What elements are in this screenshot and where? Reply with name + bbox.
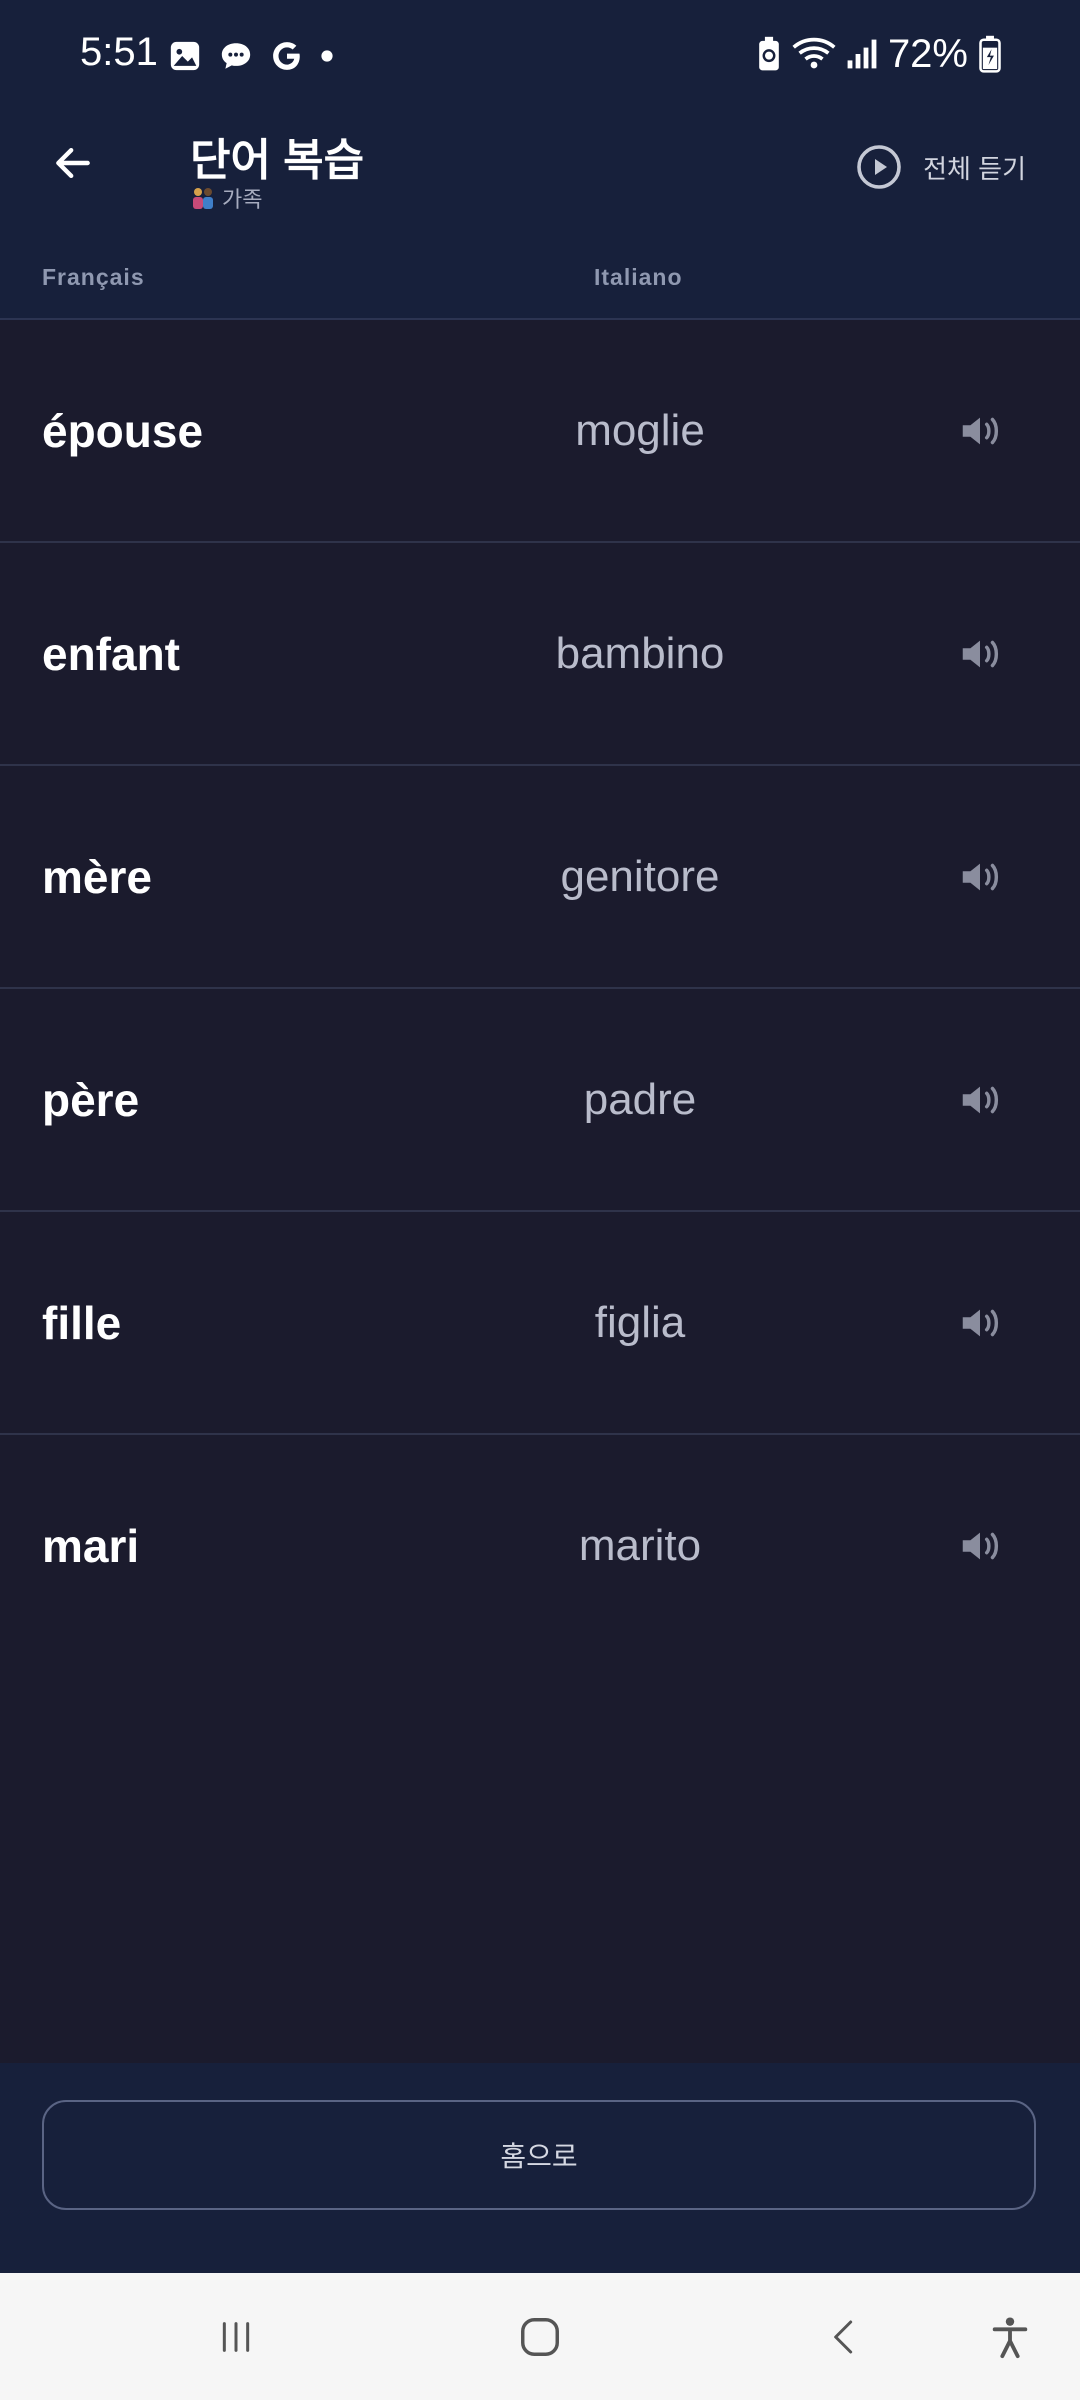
- notification-icons: [168, 36, 334, 76]
- french-word: enfant: [42, 627, 180, 680]
- category-label: 가족: [222, 187, 263, 212]
- play-circle-icon: [857, 145, 901, 189]
- play-all-button[interactable]: 전체 듣기: [855, 142, 1026, 192]
- back-button[interactable]: [40, 130, 106, 196]
- french-word: épouse: [42, 404, 204, 457]
- status-time: 5:51: [80, 30, 158, 74]
- word-row: père padre: [0, 989, 1080, 1212]
- speaker-icon[interactable]: [955, 854, 1005, 900]
- speaker-icon[interactable]: [955, 408, 1005, 454]
- column-header-french: Français: [42, 264, 145, 290]
- bottom-action-area: 홈으로: [0, 2063, 1080, 2273]
- dot-icon: [321, 50, 333, 62]
- speaker-icon[interactable]: [955, 631, 1005, 677]
- italian-word: marito: [578, 1520, 702, 1570]
- italian-word: moglie: [575, 405, 705, 455]
- arrow-left-icon: [56, 147, 90, 179]
- page-title: 단어 복습: [190, 136, 365, 185]
- recent-apps-button[interactable]: [176, 2273, 296, 2400]
- italian-word: bambino: [555, 628, 725, 678]
- app-header: 5:51 72% 단어 복습 가족 전체 듣기 Français Italian…: [0, 0, 1080, 318]
- accessibility-icon: [992, 2316, 1028, 2358]
- wifi-icon: [792, 37, 836, 69]
- word-row: fille figlia: [0, 1212, 1080, 1435]
- french-word: père: [42, 1073, 140, 1126]
- word-row: mari marito: [0, 1435, 1080, 1656]
- play-all-label: 전체 듣기: [923, 153, 1026, 184]
- battery-saver-icon: [759, 36, 779, 71]
- family-emoji-icon: [193, 188, 213, 209]
- french-word: mari: [42, 1519, 140, 1572]
- column-header-italian: Italiano: [594, 264, 683, 290]
- italian-word: padre: [583, 1074, 697, 1124]
- signal-icon: [847, 39, 877, 69]
- messages-icon: [221, 43, 251, 69]
- gallery-icon: [170, 41, 200, 71]
- category-subtitle: 가족: [190, 182, 262, 214]
- recent-apps-icon: [222, 2321, 250, 2352]
- accessibility-button[interactable]: [950, 2273, 1070, 2400]
- home-icon: [521, 2317, 559, 2356]
- back-nav-button[interactable]: [784, 2273, 904, 2400]
- home-nav-button[interactable]: [480, 2273, 600, 2400]
- italian-word: figlia: [594, 1297, 686, 1347]
- french-word: fille: [42, 1296, 122, 1349]
- system-icons: 72%: [756, 32, 1002, 76]
- column-headers: Français Italiano: [0, 258, 1080, 318]
- italian-word: genitore: [560, 851, 720, 901]
- speaker-icon[interactable]: [955, 1300, 1005, 1346]
- top-app-bar: 단어 복습 가족 전체 듣기: [0, 110, 1080, 260]
- word-row: enfant bambino: [0, 543, 1080, 766]
- word-row: mère genitore: [0, 766, 1080, 989]
- french-word: mère: [42, 850, 152, 903]
- word-row: épouse moglie: [0, 320, 1080, 543]
- system-navigation-bar: [0, 2273, 1080, 2400]
- google-icon: [273, 42, 300, 70]
- word-list: épouse moglie enfant bambino mère genito…: [0, 320, 1080, 1656]
- battery-percent: 72%: [887, 31, 968, 76]
- back-icon: [834, 2320, 853, 2353]
- go-home-button[interactable]: 홈으로: [42, 2100, 1036, 2210]
- speaker-icon[interactable]: [955, 1077, 1005, 1123]
- battery-icon: [979, 35, 1001, 73]
- speaker-icon[interactable]: [955, 1523, 1005, 1569]
- status-bar: 5:51 72%: [0, 0, 1080, 110]
